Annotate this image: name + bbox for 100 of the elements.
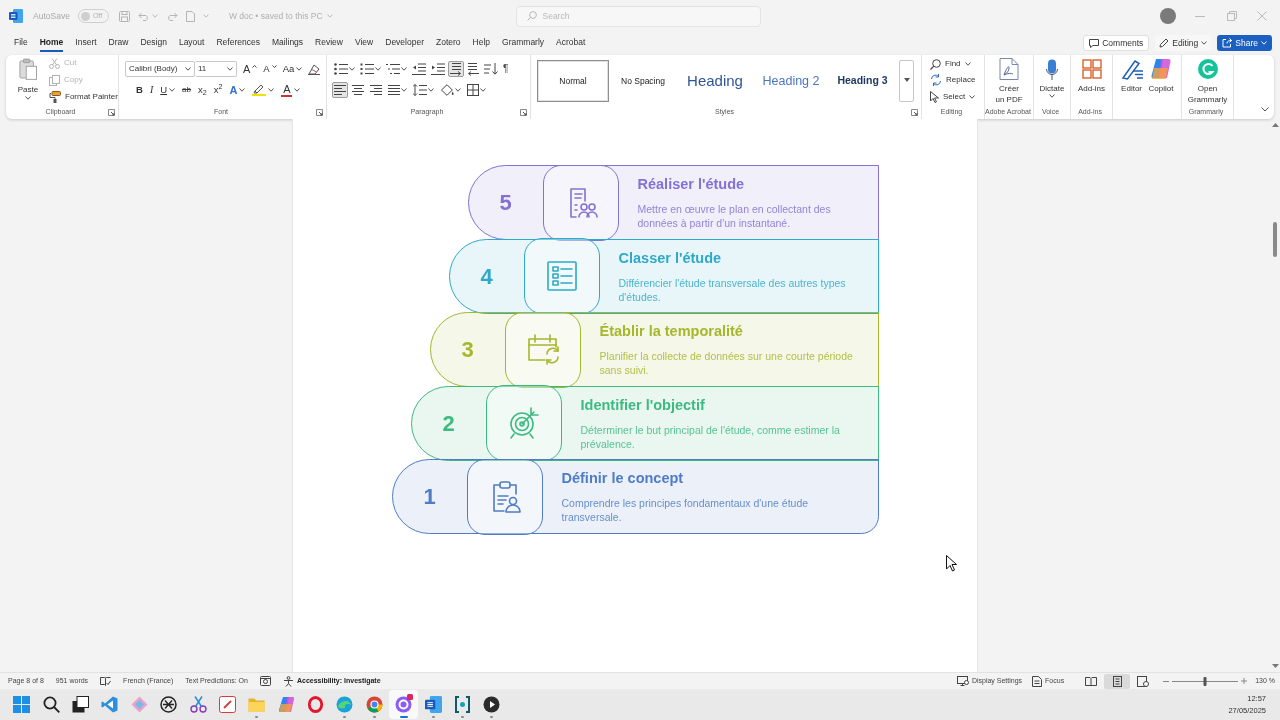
ribbon-tab[interactable]: Draw [108,34,129,52]
step-description: Mettre en œuvre le plan en collectant des données à partir d'un instantané. [637,202,832,230]
underline-button[interactable]: U [157,82,179,98]
ribbon-tab[interactable]: Zotero [436,34,461,52]
book-check-icon[interactable] [100,676,112,686]
font-size-field[interactable]: 11 [195,61,237,77]
scrollbar-thumb[interactable] [1273,222,1277,257]
bold-button[interactable]: B [133,82,146,98]
style-option[interactable]: Heading 2 [753,60,829,102]
style-option[interactable]: No Spacing [609,60,677,102]
align-left-button[interactable] [332,82,348,98]
caret-down-icon [428,88,434,92]
find-button[interactable]: Find [930,56,976,73]
editing-mode-button[interactable]: Editing [1155,35,1212,51]
style-option[interactable]: Normal [537,60,609,102]
caret-down-icon [185,67,191,71]
style-option[interactable]: Heading 3 [829,60,896,102]
decrease-indent-button[interactable] [410,61,428,77]
ribbon-tab[interactable]: Grammarly [502,34,545,52]
multilevel-list-button[interactable] [384,61,409,77]
ribbon-tab[interactable]: Insert [75,34,97,52]
scroll-up-icon[interactable] [1271,123,1279,127]
comments-button[interactable]: Comments [1083,35,1150,51]
ribbon-tab[interactable]: File [14,34,28,52]
increase-indent-button[interactable] [429,61,447,77]
italic-button[interactable]: I [146,82,157,98]
line-spacing-button[interactable] [411,82,436,98]
chevron-down-icon[interactable] [1261,107,1269,112]
ribbon-tab[interactable]: Home [39,34,64,52]
ribbon-tab[interactable]: Mailings [271,34,304,52]
ribbon-tab[interactable]: Developer [385,34,424,52]
task-view-icon [71,696,89,713]
create-pdf-button[interactable]: Créer un PDF [995,57,1023,105]
justify-button[interactable] [386,82,409,98]
open-grammarly-button[interactable]: Open Grammarly [1187,57,1228,105]
left-to-right-button[interactable] [448,61,464,77]
window-circle-icon[interactable] [259,676,271,686]
pencil-icon [1159,38,1170,48]
justify-icon [388,85,400,95]
numbering-button[interactable] [358,61,383,77]
right-to-left-button[interactable] [465,61,481,77]
text-effects-button[interactable]: A [226,82,249,98]
dialog-launcher-icon[interactable] [108,108,115,116]
clipboard-icon [19,58,37,80]
select-button[interactable]: Select [930,88,976,105]
zoom-slider[interactable] [1172,676,1239,686]
add-ins-button[interactable]: Add-ins [1077,57,1106,105]
notification-badge-icon [407,694,414,700]
caret-down-icon [375,67,381,71]
scroll-down-icon[interactable] [1271,664,1279,668]
ribbon-tab[interactable]: Help [472,34,491,52]
slider-thumb[interactable] [1203,676,1207,686]
page-lines-icon [1112,675,1122,687]
font-name-field[interactable]: Calibri (Body) [125,61,195,77]
autosave-label: AutoSave [33,9,70,23]
style-option[interactable]: Heading [677,60,753,102]
dialog-launcher-icon[interactable] [316,108,323,116]
align-right-button[interactable] [368,82,384,98]
editor-button[interactable]: Editor [1120,57,1143,105]
ribbon-tab[interactable]: Review [315,34,343,52]
caret-down-icon [202,14,209,18]
step-number: 2 [441,409,456,438]
paste-button[interactable]: Paste [13,55,43,105]
copilot-button[interactable]: Copilot [1148,57,1174,105]
font-color-button[interactable]: A [278,82,304,98]
ribbon-tab[interactable]: Design [140,34,167,52]
ribbon-tab[interactable]: View [354,34,374,52]
align-center-icon [352,85,364,95]
change-case-button[interactable]: Aa [279,61,306,77]
dialog-launcher-icon[interactable] [911,108,918,116]
caret-down-icon [25,96,31,100]
ribbon-tab[interactable]: Acrobat [556,34,586,52]
triangle-down-icon [903,78,910,82]
print-layout-button[interactable] [1104,673,1131,689]
superscript-button[interactable]: x$^{2}$ [210,82,226,98]
show-marks-button[interactable]: ¶ [501,61,511,77]
ring-circle-icon [395,696,413,713]
shrink-font-button[interactable]: A [260,61,280,77]
format-painter-button[interactable]: Format Painter [49,88,118,105]
share-button[interactable]: Share [1217,35,1272,51]
asterisk-circle-icon [160,696,178,713]
shading-button[interactable] [438,82,463,98]
dialog-launcher-icon[interactable] [520,108,527,116]
caret-down-icon [326,14,333,18]
replace-button[interactable]: Replace [930,72,976,89]
borders-button[interactable] [465,82,488,98]
grow-font-button[interactable]: A [240,61,261,77]
bullets-button[interactable] [332,61,357,77]
subscript-button[interactable]: x$_{2}$ [195,82,210,98]
ribbon-tab[interactable]: Layout [178,34,205,52]
dictate-button[interactable]: Dictate [1039,57,1065,105]
caret-down-icon [1261,41,1267,45]
caret-down-icon [964,62,971,67]
align-center-button[interactable] [350,82,366,98]
ribbon-tab[interactable]: References [216,34,260,52]
caret-down-icon [349,67,355,71]
avatar[interactable] [1160,8,1176,24]
diamond-logo-icon [130,696,148,713]
caret-up-icon [252,64,258,68]
strikethrough-button[interactable]: ab [179,82,194,98]
